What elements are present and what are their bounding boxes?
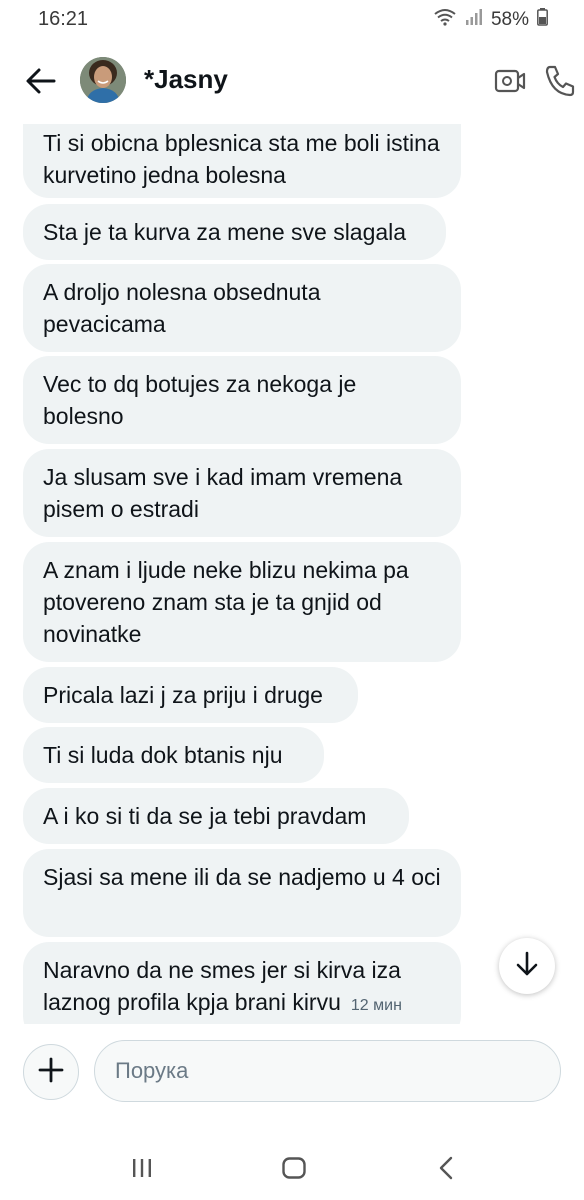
battery-icon	[537, 8, 548, 32]
message-composer	[0, 1036, 584, 1108]
add-attachment-button[interactable]	[23, 1044, 79, 1100]
message-text: Vec to dq botujes za nekoga je bolesno	[43, 371, 357, 429]
message-bubble[interactable]: Sjasi sa mene ili da se nadjemo u 4 oci	[23, 849, 461, 937]
message-list[interactable]: Ti si obicna bplesnica sta me boli istin…	[0, 124, 584, 1024]
message-input[interactable]	[94, 1040, 561, 1102]
message-bubble[interactable]: Vec to dq botujes za nekoga je bolesno	[23, 356, 461, 444]
message-text: Naravno da ne smes jer si kirva iza lazn…	[43, 957, 401, 1015]
message-bubble[interactable]: A droljo nolesna obsednuta pevacicama	[23, 264, 461, 352]
message-text: Ja slusam sve i kad imam vremena pisem o…	[43, 464, 403, 522]
message-text: A znam i ljude neke blizu nekima pa ptov…	[43, 557, 409, 647]
status-bar: 16:21 58%	[0, 0, 584, 40]
message-text: A i ko si ti da se ja tebi pravdam	[43, 803, 367, 829]
message-text: Ti si obicna bplesnica sta me boli istin…	[43, 130, 440, 188]
phone-icon	[544, 65, 576, 102]
message-bubble[interactable]: Ti si luda dok btanis nju	[23, 727, 324, 783]
voice-call-button[interactable]	[544, 64, 576, 98]
contact-name[interactable]: *Jasny	[144, 64, 228, 95]
message-text: Sjasi sa mene ili da se nadjemo u 4 oci	[43, 864, 441, 890]
battery-percentage: 58%	[490, 9, 529, 30]
home-icon	[281, 1156, 307, 1185]
message-bubble[interactable]: Ti si obicna bplesnica sta me boli istin…	[23, 124, 461, 198]
recent-apps-button[interactable]	[122, 1152, 162, 1188]
video-call-button[interactable]	[494, 66, 526, 96]
message-bubble[interactable]: Naravno da ne smes jer si kirva iza lazn…	[23, 942, 461, 1024]
message-text: Ti si luda dok btanis nju	[43, 742, 283, 768]
message-text: Pricala lazi j za priju i druge	[43, 682, 323, 708]
status-time: 16:21	[38, 8, 89, 30]
back-button[interactable]	[24, 64, 58, 98]
video-camera-icon	[494, 69, 526, 100]
chevron-left-icon	[436, 1156, 456, 1185]
system-navigation-bar	[0, 1140, 584, 1200]
message-timestamp: 12 мин	[350, 997, 402, 1014]
wifi-icon	[433, 8, 457, 32]
chat-header: *Jasny	[0, 46, 584, 116]
avatar[interactable]	[80, 57, 126, 103]
message-bubble[interactable]: Sta je ta kurva za mene sve slagala	[23, 204, 446, 260]
message-bubble[interactable]: Ja slusam sve i kad imam vremena pisem o…	[23, 449, 461, 537]
plus-icon	[37, 1056, 65, 1089]
recent-apps-icon	[130, 1157, 154, 1184]
message-bubble[interactable]: A znam i ljude neke blizu nekima pa ptov…	[23, 542, 461, 662]
arrow-left-icon	[24, 68, 58, 102]
message-text: Sta je ta kurva za mene sve slagala	[43, 219, 407, 245]
message-bubble[interactable]: A i ko si ti da se ja tebi pravdam	[23, 788, 409, 844]
arrow-down-icon	[514, 950, 540, 983]
home-button[interactable]	[274, 1152, 314, 1188]
message-bubble[interactable]: Pricala lazi j za priju i druge	[23, 667, 358, 723]
signal-icon	[465, 9, 483, 31]
message-text: A droljo nolesna obsednuta pevacicama	[43, 279, 321, 337]
back-nav-button[interactable]	[426, 1152, 466, 1188]
scroll-to-bottom-button[interactable]	[499, 938, 555, 994]
